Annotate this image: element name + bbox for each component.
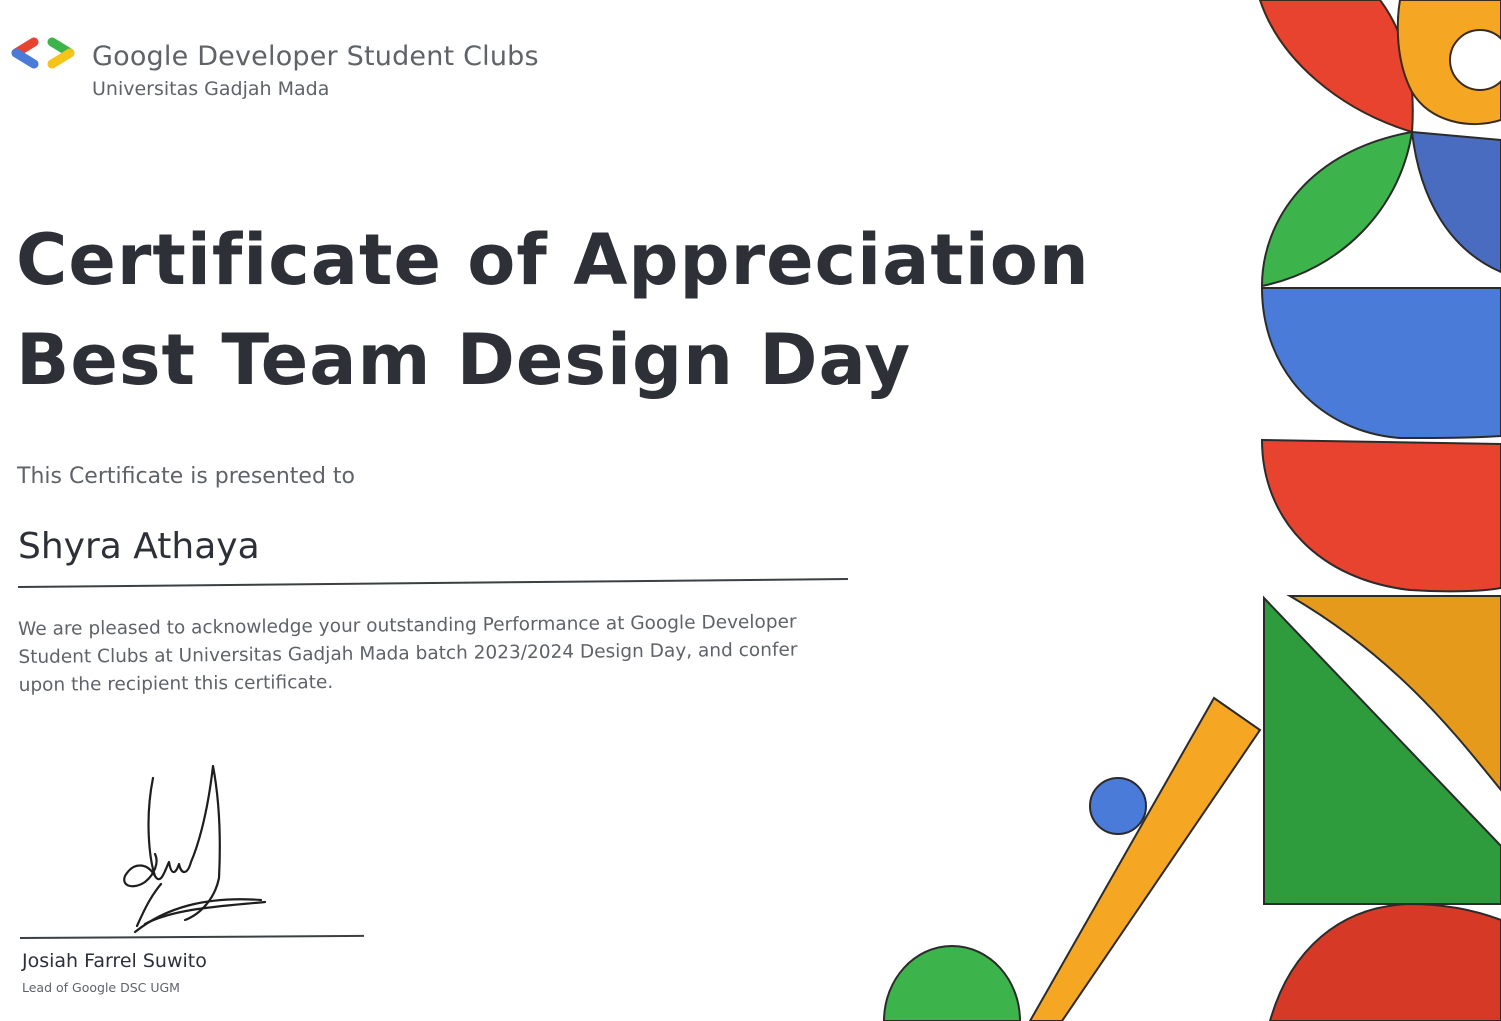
blue-dot-shape	[1089, 777, 1147, 835]
gdsc-brackets-icon	[11, 37, 75, 69]
signature-image	[123, 764, 267, 934]
title-line-2: Best Team Design Day	[16, 319, 912, 401]
gdsc-logo: Google Developer Student Clubs Universit…	[8, 36, 539, 102]
red-half-circle-shape	[1260, 438, 1501, 593]
org-subtitle: Universitas Gadjah Mada	[92, 78, 330, 100]
recipient-underline	[17, 578, 848, 588]
recipient-name: Shyra Athaya	[18, 526, 260, 567]
org-name: Google Developer Student Clubs	[92, 41, 539, 72]
green-leaf-shape	[1260, 130, 1414, 288]
title-line-1: Certificate of Appreciation	[16, 219, 1090, 301]
green-triangle-shape	[1263, 595, 1501, 905]
yellow-ring-shape	[1396, 0, 1501, 126]
red-petal-shape	[1258, 0, 1414, 134]
green-circle-shape	[882, 944, 1022, 1021]
yellow-stick-shape	[1028, 696, 1262, 1021]
yellow-wedge-shape	[1286, 595, 1501, 792]
signatory-name: Josiah Farrel Suwito	[22, 950, 207, 972]
red-circle-shape	[1268, 902, 1501, 1021]
ring-hole-shape	[1449, 29, 1501, 91]
certificate-title: Certificate of Appreciation Best Team De…	[16, 210, 1090, 410]
blue-half-circle-shape	[1260, 287, 1501, 440]
certificate-body: We are pleased to acknowledge your outst…	[18, 611, 798, 696]
signatory-role: Lead of Google DSC UGM	[22, 980, 180, 995]
blue-wedge-shape	[1410, 130, 1501, 274]
presented-to-label: This Certificate is presented to	[17, 464, 355, 489]
